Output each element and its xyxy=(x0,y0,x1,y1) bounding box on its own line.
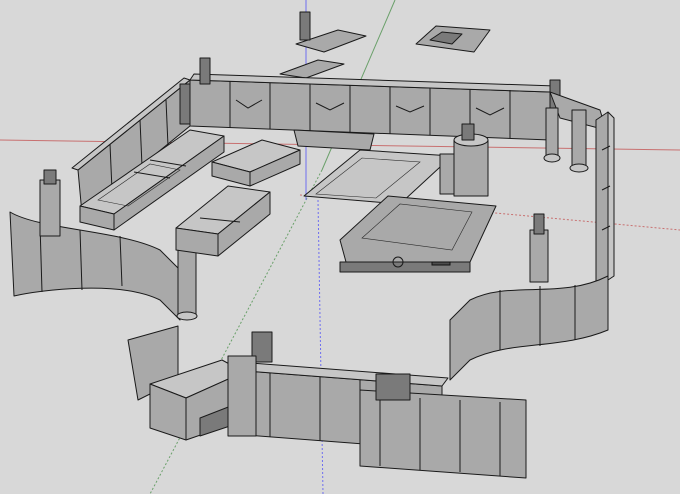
model-canvas[interactable] xyxy=(0,0,680,494)
right-wall-face xyxy=(595,111,609,291)
tower-right xyxy=(529,229,549,283)
statue-figure xyxy=(299,11,311,41)
right-curve-face xyxy=(449,275,609,381)
loose-parts[interactable] xyxy=(279,11,491,79)
right-pylon-1 xyxy=(545,107,559,161)
tile-plate-b xyxy=(279,59,345,79)
tower-left xyxy=(39,179,61,237)
back-wall-pylon-1 xyxy=(199,57,211,85)
front-bastion[interactable] xyxy=(127,325,257,441)
3d-viewport[interactable] xyxy=(0,0,680,494)
right-pylon-2 xyxy=(571,109,587,171)
gate-right-block xyxy=(359,389,527,479)
blue-axis-dotted xyxy=(317,199,324,494)
left-curve-face xyxy=(9,211,181,321)
gate-emblem xyxy=(375,373,411,401)
left-wall-pylon xyxy=(179,83,191,125)
right-wall-face-2 xyxy=(607,111,615,281)
back-wall[interactable] xyxy=(189,57,607,141)
right-wall[interactable] xyxy=(543,107,615,291)
